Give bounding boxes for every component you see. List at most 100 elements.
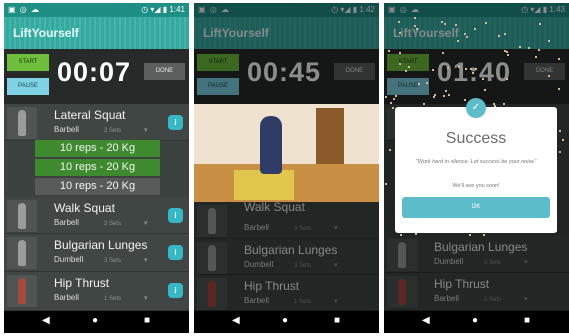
confetti-speck — [398, 21, 400, 23]
exercise-name: Bulgarian Lunges — [54, 238, 148, 252]
confetti-speck — [414, 25, 416, 27]
exercise-list[interactable]: Lateral Squat Barbell 3 Sets ▾ i 10 reps… — [4, 104, 189, 311]
confetti-speck — [399, 63, 401, 65]
home-icon[interactable]: ● — [472, 315, 478, 326]
recents-icon[interactable]: ■ — [144, 315, 150, 326]
rep-set-row[interactable]: 10 reps - 20 Kg — [35, 140, 160, 157]
back-icon[interactable]: ◀ — [232, 315, 240, 326]
confetti-speck — [474, 28, 476, 30]
confetti-speck — [455, 24, 457, 26]
confetti-speck — [464, 33, 466, 35]
status-icons: ▣ ◎ ☁ — [8, 5, 40, 14]
confetti-speck — [385, 96, 387, 98]
start-button[interactable]: START — [7, 54, 49, 71]
chevron-down-icon[interactable]: ▾ — [144, 256, 148, 264]
exercise-row-walk-squat[interactable]: Walk Squat Barbell 3 Sets ▾ i — [4, 197, 189, 234]
confetti-speck — [457, 40, 459, 42]
status-right-icons: ◷ ▾◢ ▮ — [141, 5, 168, 14]
confetti-speck — [470, 68, 472, 70]
rep-set-row[interactable]: 10 reps - 20 Kg — [35, 178, 160, 195]
confetti-speck — [392, 107, 394, 109]
back-icon[interactable]: ◀ — [42, 315, 50, 326]
confetti-speck — [472, 72, 474, 74]
phone-screen-2: ▣ ◎ ☁ ◷ ▾◢ ▮ 1:42 LiftYourself START PAU… — [194, 3, 379, 333]
confetti-speck — [548, 75, 550, 77]
exercise-row-lateral-squat[interactable]: Lateral Squat Barbell 3 Sets ▾ i — [4, 104, 189, 141]
confetti-speck — [548, 40, 550, 42]
confetti-speck — [469, 234, 471, 236]
exercise-equipment: Dumbell — [54, 255, 84, 264]
confetti-speck — [485, 22, 487, 24]
exercise-sets: 3 Sets — [104, 221, 122, 227]
nav-bar: ◀ ● ■ — [194, 311, 379, 333]
confetti-speck — [385, 183, 387, 185]
back-icon[interactable]: ◀ — [422, 315, 430, 326]
confetti-speck — [558, 88, 560, 90]
confetti-speck — [562, 139, 564, 141]
recents-icon[interactable]: ■ — [334, 315, 340, 326]
exercise-name: Lateral Squat — [54, 108, 126, 122]
ok-button[interactable]: OK — [402, 197, 550, 218]
timer-panel: START PAUSE 00:07 DONE — [4, 49, 189, 104]
confetti-speck — [558, 58, 560, 60]
confetti-speck — [559, 130, 561, 132]
confetti-speck — [503, 103, 505, 105]
confetti-speck — [405, 70, 407, 72]
confetti-speck — [506, 78, 508, 80]
confetti-speck — [482, 78, 484, 80]
nav-bar: ◀ ● ■ — [4, 311, 189, 333]
exercise-name: Walk Squat — [54, 201, 115, 215]
chevron-down-icon[interactable]: ▾ — [144, 219, 148, 227]
confetti-speck — [418, 83, 420, 85]
recents-icon[interactable]: ■ — [524, 315, 530, 326]
pause-button[interactable]: PAUSE — [7, 78, 49, 95]
exercise-thumbnail — [7, 200, 37, 232]
info-icon[interactable]: i — [168, 283, 183, 298]
exercise-row-bulgarian-lunges[interactable]: Bulgarian Lunges Dumbell 3 Sets ▾ i — [4, 234, 189, 272]
confetti-speck — [408, 66, 410, 68]
info-icon[interactable]: i — [168, 245, 183, 260]
confetti-speck — [506, 51, 508, 53]
confetti-speck — [504, 33, 506, 35]
rep-set-row[interactable]: 10 reps - 20 Kg — [35, 159, 160, 176]
app-title: LiftYourself — [13, 26, 79, 40]
confetti-speck — [465, 68, 467, 70]
confetti-speck — [443, 95, 445, 97]
confetti-speck — [447, 67, 449, 69]
home-icon[interactable]: ● — [282, 315, 288, 326]
exercise-thumbnail — [7, 107, 37, 139]
chevron-down-icon[interactable]: ▾ — [144, 126, 148, 134]
dialog-message: "Work hard in silence. Let success be yo… — [415, 159, 537, 165]
timer-display: 00:07 — [57, 57, 132, 87]
exercise-video[interactable] — [194, 104, 379, 202]
confetti-speck — [388, 50, 390, 52]
confetti-speck — [484, 89, 486, 91]
info-icon[interactable]: i — [168, 208, 183, 223]
confetti-speck — [423, 103, 425, 105]
status-bar: ▣ ◎ ☁ ◷ ▾◢ ▮ 1:41 — [4, 3, 189, 17]
confetti-speck — [434, 94, 436, 96]
confetti-speck — [493, 103, 495, 105]
exercise-sets: 3 Sets — [104, 128, 122, 134]
checkmark-icon: ✓ — [466, 98, 486, 118]
confetti-speck — [399, 52, 401, 54]
phone-screen-1: ▣ ◎ ☁ ◷ ▾◢ ▮ 1:41 LiftYourself START PAU… — [4, 3, 189, 333]
chevron-down-icon[interactable]: ▾ — [144, 294, 148, 302]
confetti-speck — [426, 82, 428, 84]
confetti-speck — [399, 32, 401, 34]
info-icon[interactable]: i — [168, 115, 183, 130]
confetti-speck — [432, 69, 434, 71]
confetti-speck — [528, 47, 530, 49]
done-button[interactable]: DONE — [144, 63, 185, 80]
confetti-speck — [441, 21, 443, 23]
confetti-speck — [445, 90, 447, 92]
confetti-speck — [389, 149, 391, 151]
status-clock: 1:41 — [169, 5, 185, 14]
confetti-speck — [393, 98, 395, 100]
exercise-equipment: Barbell — [54, 125, 79, 134]
exercise-equipment: Barbell — [54, 293, 79, 302]
confetti-speck — [400, 234, 402, 236]
exercise-row-hip-thrust[interactable]: Hip Thrust Barbell 1 Sets ▾ i — [4, 272, 189, 311]
confetti-speck — [519, 46, 521, 48]
home-icon[interactable]: ● — [92, 315, 98, 326]
